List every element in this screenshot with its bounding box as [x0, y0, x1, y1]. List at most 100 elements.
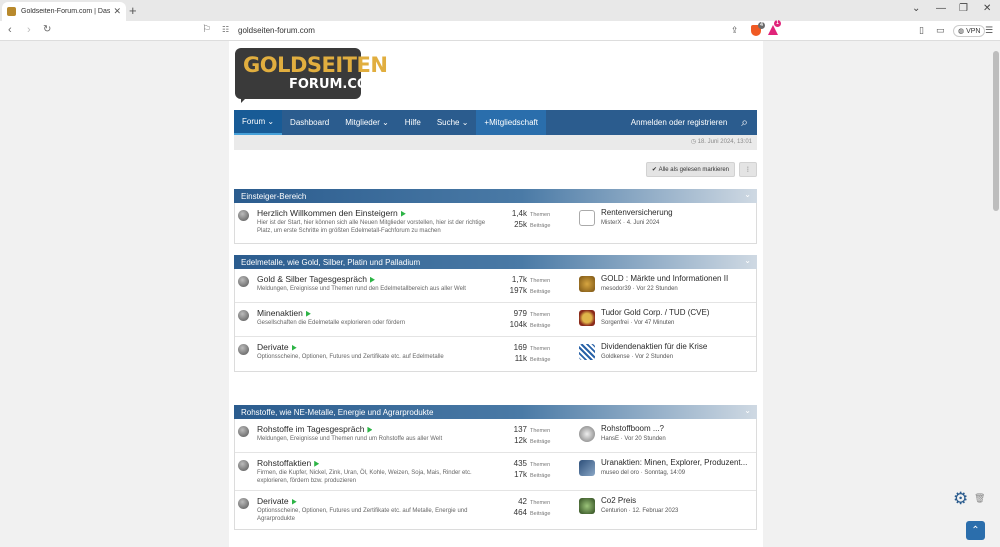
mark-all-read-button[interactable]: ✔ Alle als gelesen markieren: [645, 162, 735, 177]
site-settings-icon[interactable]: ☷: [222, 25, 229, 34]
forum-title[interactable]: Rohstoffaktien: [257, 458, 320, 468]
avatar[interactable]: [579, 310, 595, 326]
forum-row[interactable]: Herzlich Willkommen den Einsteigern Hier…: [235, 203, 756, 243]
forum-description: Meldungen, Ereignisse und Themen rund um…: [257, 436, 443, 442]
latest-thread-link[interactable]: Co2 Preis: [601, 496, 753, 505]
close-icon[interactable]: ✕: [113, 6, 121, 17]
nav-mitgliedschaft[interactable]: +Mitgliedschaft: [476, 110, 547, 135]
themen-label: Themen: [530, 278, 551, 284]
forum-row[interactable]: Derivate Optionsscheine, Optionen, Futur…: [235, 491, 756, 529]
latest-thread-link[interactable]: GOLD : Märkte und Informationen II: [601, 274, 753, 283]
scroll-to-top-button[interactable]: ⌃: [966, 521, 985, 540]
latest-thread-link[interactable]: Tudor Gold Corp. / TUD (CVE): [601, 308, 753, 317]
address-bar[interactable]: goldseiten-forum.com: [238, 26, 315, 35]
latest-thread-link[interactable]: Rohstoffboom ...?: [601, 424, 753, 433]
avatar[interactable]: [579, 426, 595, 442]
latest-user[interactable]: Centurion: [601, 508, 627, 514]
forum-stats: 1,7k Themen 197k Beiträge: [500, 275, 560, 297]
restore-icon[interactable]: ❐: [959, 3, 968, 14]
forum-row[interactable]: Minenaktien Gesellschaften die Edelmetal…: [235, 303, 756, 337]
latest-user[interactable]: Sorgenfrei: [601, 320, 629, 326]
nav-forum[interactable]: Forum ⌄: [234, 110, 283, 135]
avatar[interactable]: [579, 210, 595, 226]
avatar[interactable]: [579, 460, 595, 476]
latest-user[interactable]: museo del oro: [601, 470, 639, 476]
rss-icon[interactable]: [305, 310, 311, 317]
window-close-icon[interactable]: ✕: [983, 3, 991, 14]
menu-icon[interactable]: ☰: [985, 25, 993, 36]
forum-title[interactable]: Rohstoffe im Tagesgespräch: [257, 424, 373, 434]
section-header[interactable]: Edelmetalle, wie Gold, Silber, Platin un…: [234, 255, 757, 269]
latest-user[interactable]: Goldkense: [601, 354, 630, 360]
latest-user[interactable]: mesodor39: [601, 286, 631, 292]
forum-title[interactable]: Herzlich Willkommen den Einsteigern: [257, 208, 406, 218]
latest-time: Vor 22 Stunden: [636, 286, 678, 292]
brave-rewards-icon[interactable]: 1: [768, 20, 781, 35]
sidebar-icon[interactable]: ▯: [919, 25, 924, 36]
section-header[interactable]: Einsteiger-Bereich ⌄: [234, 189, 757, 203]
nav-suche[interactable]: Suche ⌄: [429, 110, 477, 135]
section-einsteiger: Einsteiger-Bereich ⌄ Herzlich Willkommen…: [234, 189, 757, 244]
forum-title[interactable]: Derivate: [257, 342, 297, 352]
scrollbar-thumb[interactable]: [993, 51, 999, 211]
latest-user[interactable]: HansE: [601, 436, 619, 442]
forum-title[interactable]: Gold & Silber Tagesgespräch: [257, 274, 375, 284]
back-icon[interactable]: ‹: [8, 24, 12, 36]
latest-user[interactable]: MisterX: [601, 220, 621, 226]
sub-navbar: ◷ 18. Juni 2024, 13:01: [234, 135, 757, 150]
date-text: 18. Juni 2024, 13:01: [697, 139, 752, 145]
page-scrollbar[interactable]: [992, 41, 1000, 547]
rss-icon[interactable]: [314, 460, 320, 467]
forward-icon[interactable]: ›: [27, 24, 31, 36]
collapse-icon[interactable]: ⌄: [744, 406, 751, 415]
latest-thread-link[interactable]: Dividendenaktien für die Krise: [601, 342, 753, 351]
site-logo[interactable]: GOLDSEITEN FORUM.COM: [235, 48, 388, 103]
share-icon[interactable]: ⇪: [731, 25, 739, 36]
nav-dashboard[interactable]: Dashboard: [282, 110, 337, 135]
forum-title[interactable]: Minenaktien: [257, 308, 311, 318]
rss-icon[interactable]: [369, 276, 375, 283]
avatar[interactable]: [579, 276, 595, 292]
bookmark-icon[interactable]: ⚐: [202, 24, 211, 35]
trash-icon[interactable]: 🗑: [974, 493, 985, 504]
vpn-button[interactable]: ◍ VPN: [953, 25, 986, 37]
gear-icon[interactable]: ⚙: [953, 489, 968, 509]
new-tab-button[interactable]: +: [129, 3, 137, 18]
rss-icon[interactable]: [400, 210, 406, 217]
latest-meta: museo del oro · Sonntag, 14:09: [601, 470, 686, 476]
forum-row[interactable]: Rohstoffaktien Firmen, die Kupfer, Nicke…: [235, 453, 756, 491]
collapse-icon[interactable]: ⌄: [744, 256, 751, 265]
brave-shield-icon[interactable]: 4: [751, 22, 765, 36]
themen-count: 435: [513, 459, 527, 468]
section-header[interactable]: Rohstoffe, wie NE-Metalle, Energie und A…: [234, 405, 757, 419]
beitraege-count: 17k: [514, 470, 527, 479]
browser-tab[interactable]: Goldseiten-Forum.com | Das Di... ✕: [2, 2, 126, 21]
reload-icon[interactable]: ↻: [43, 24, 51, 35]
nav-mitglieder[interactable]: Mitglieder ⌄: [337, 110, 397, 135]
avatar[interactable]: [579, 498, 595, 514]
search-icon[interactable]: ⌕: [737, 115, 757, 130]
forum-stats: 169 Themen 11k Beiträge: [500, 343, 560, 365]
wallet-icon[interactable]: ▭: [936, 25, 945, 36]
vpn-label: VPN: [966, 28, 981, 35]
chevron-down-icon[interactable]: ⌄: [912, 3, 920, 14]
logo-line2: FORUM.COM: [289, 77, 381, 92]
avatar[interactable]: [579, 344, 595, 360]
forum-title[interactable]: Derivate: [257, 496, 297, 506]
forum-row[interactable]: Derivate Optionsscheine, Optionen, Futur…: [235, 337, 756, 371]
forum-row[interactable]: Rohstoffe im Tagesgespräch Meldungen, Er…: [235, 419, 756, 453]
latest-meta: Goldkense · Vor 2 Stunden: [601, 354, 674, 360]
forum-row[interactable]: Gold & Silber Tagesgespräch Meldungen, E…: [235, 269, 756, 303]
minimize-icon[interactable]: —: [936, 3, 946, 14]
collapse-icon[interactable]: ⌄: [744, 190, 751, 199]
latest-thread-link[interactable]: Rentenversicherung: [601, 208, 753, 217]
more-options-button[interactable]: ⋮: [739, 162, 757, 177]
latest-thread-link[interactable]: Uranaktien: Minen, Explorer, Produzent..…: [601, 458, 753, 467]
latest-time: Vor 47 Minuten: [634, 320, 675, 326]
rss-icon[interactable]: [291, 344, 297, 351]
rss-icon[interactable]: [291, 498, 297, 505]
login-register-link[interactable]: Anmelden oder registrieren: [621, 118, 738, 127]
nav-hilfe[interactable]: Hilfe: [397, 110, 429, 135]
themen-label: Themen: [530, 500, 551, 506]
rss-icon[interactable]: [367, 426, 373, 433]
